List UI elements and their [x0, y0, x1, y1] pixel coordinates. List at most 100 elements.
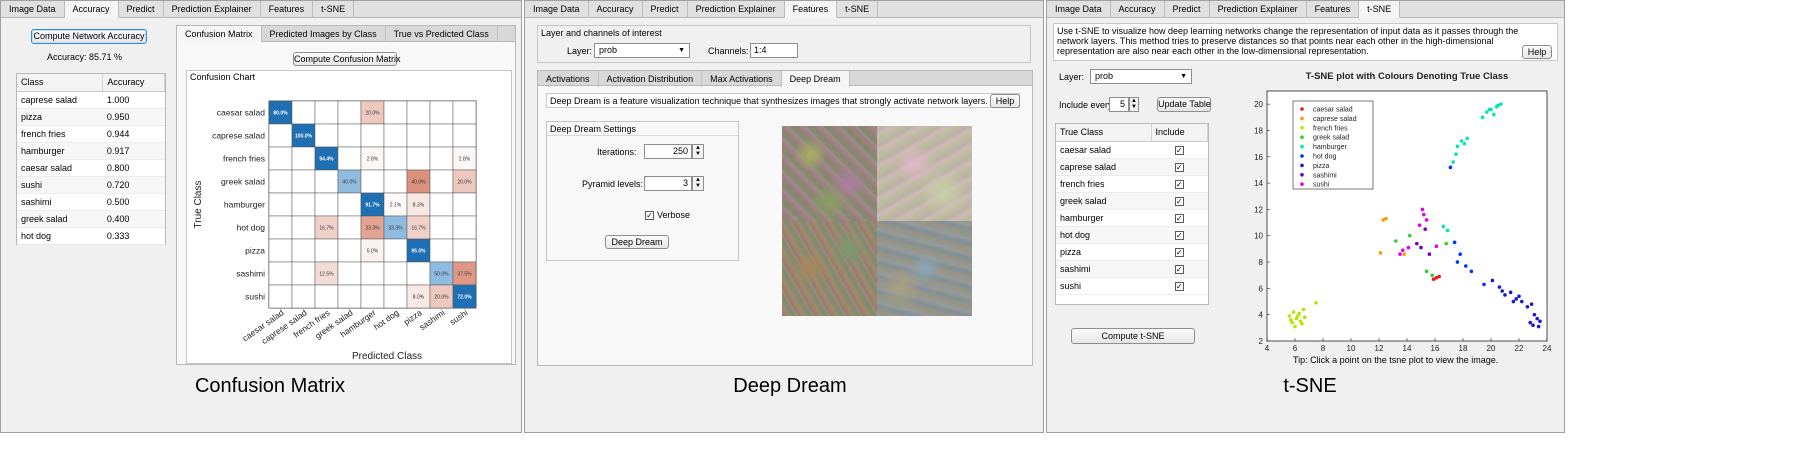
column-header-accuracy[interactable]: Accuracy — [102, 74, 165, 92]
matrix-cell — [337, 100, 362, 125]
tab-prediction-explainer[interactable]: Prediction Explainer — [688, 1, 785, 18]
scatter-point — [1469, 269, 1474, 274]
table-row[interactable]: sushi ✓ — [1056, 277, 1208, 295]
table-row[interactable]: sashimi 0.500 — [17, 193, 165, 211]
tab-true-vs-predicted[interactable]: True vs Predicted Class — [386, 26, 498, 42]
include-cell[interactable]: ✓ — [1151, 175, 1208, 193]
table-row[interactable]: caesar salad ✓ — [1056, 141, 1208, 159]
compute-confusion-matrix-button[interactable]: Compute Confusion Matrix — [293, 52, 401, 66]
include-checkbox[interactable]: ✓ — [1174, 213, 1184, 223]
include-checkbox[interactable]: ✓ — [1174, 247, 1184, 257]
table-row[interactable]: pizza ✓ — [1056, 243, 1208, 261]
table-row[interactable]: hot dog ✓ — [1056, 226, 1208, 244]
table-row[interactable]: greek salad 0.400 — [17, 210, 165, 228]
include-checkbox[interactable]: ✓ — [1174, 145, 1184, 155]
compute-tsne-button[interactable]: Compute t-SNE — [1071, 328, 1195, 344]
true-class-cell: sushi — [1056, 277, 1152, 295]
pyramid-levels-input[interactable]: 3 — [644, 176, 692, 191]
tab-accuracy[interactable]: Accuracy — [64, 1, 119, 18]
include-cell[interactable]: ✓ — [1151, 209, 1208, 227]
cell-value-label: 33.3% — [365, 226, 380, 232]
layer-dropdown[interactable]: prob — [594, 43, 690, 58]
scatter-point — [1424, 218, 1429, 222]
include-every-spinner[interactable]: ▲ ▼ — [1129, 97, 1139, 112]
scatter-point — [1487, 107, 1492, 112]
update-table-button[interactable]: Update Table — [1157, 97, 1211, 112]
include-cell[interactable]: ✓ — [1151, 260, 1208, 278]
include-cell[interactable]: ✓ — [1151, 192, 1208, 210]
table-row[interactable]: hamburger 0.917 — [17, 142, 165, 160]
tab-prediction-explainer[interactable]: Prediction Explainer — [1210, 1, 1307, 18]
tab-tsne[interactable]: t-SNE — [313, 1, 355, 18]
tab-max-activations[interactable]: Max Activations — [702, 71, 782, 87]
help-button[interactable]: Help — [1522, 45, 1552, 59]
matrix-cell — [268, 169, 293, 194]
matrix-cell — [429, 192, 454, 217]
tab-predict[interactable]: Predict — [119, 1, 164, 18]
include-cell[interactable]: ✓ — [1151, 243, 1208, 261]
tab-confusion-matrix[interactable]: Confusion Matrix — [177, 26, 262, 42]
tab-predict[interactable]: Predict — [643, 1, 688, 18]
tab-image-data[interactable]: Image Data — [1, 1, 65, 18]
column-header-include[interactable]: Include — [1151, 124, 1209, 142]
x-axis-label: Predicted Class — [352, 351, 422, 362]
scatter-point — [1296, 314, 1300, 318]
table-row[interactable]: hamburger ✓ — [1056, 209, 1208, 227]
tab-features[interactable]: Features — [1307, 1, 1360, 18]
table-row[interactable]: caprese salad ✓ — [1056, 158, 1208, 176]
table-row[interactable]: hot dog 0.333 — [17, 227, 165, 245]
tab-deep-dream[interactable]: Deep Dream — [781, 71, 850, 87]
tsne-scatter-plot[interactable]: T-SNE plot with Colours Denoting True Cl… — [1213, 63, 1558, 368]
tab-features[interactable]: Features — [784, 1, 838, 18]
matrix-cell — [268, 123, 293, 148]
help-button[interactable]: Help — [990, 94, 1020, 108]
tab-tsne[interactable]: t-SNE — [1359, 1, 1401, 18]
include-checkbox[interactable]: ✓ — [1174, 230, 1184, 240]
include-cell[interactable]: ✓ — [1151, 226, 1208, 244]
tab-activation-distribution[interactable]: Activation Distribution — [599, 71, 703, 87]
tab-predicted-images[interactable]: Predicted Images by Class — [262, 26, 386, 42]
table-row[interactable]: french fries ✓ — [1056, 175, 1208, 193]
table-row[interactable]: pizza 0.950 — [17, 108, 165, 126]
table-row[interactable]: caprese salad 1.000 — [17, 91, 165, 109]
table-row[interactable]: sashimi ✓ — [1056, 260, 1208, 278]
matrix-cell — [314, 238, 339, 263]
table-row[interactable]: greek salad ✓ — [1056, 192, 1208, 210]
include-cell[interactable]: ✓ — [1151, 277, 1208, 295]
include-cell[interactable]: ✓ — [1151, 141, 1208, 159]
tab-predict[interactable]: Predict — [1165, 1, 1210, 18]
table-row[interactable]: caesar salad 0.800 — [17, 159, 165, 177]
iterations-input[interactable]: 250 — [644, 144, 692, 159]
y-axis-label: True Class — [193, 181, 204, 229]
include-checkbox[interactable]: ✓ — [1174, 162, 1184, 172]
scatter-point — [1517, 294, 1521, 299]
layer-dropdown[interactable]: prob — [1090, 69, 1192, 84]
iterations-spinner[interactable]: ▲ ▼ — [692, 144, 704, 159]
include-cell[interactable]: ✓ — [1151, 158, 1208, 176]
tab-prediction-explainer[interactable]: Prediction Explainer — [164, 1, 261, 18]
compute-network-accuracy-button[interactable]: Compute Network Accuracy — [31, 29, 147, 44]
table-row[interactable]: french fries 0.944 — [17, 125, 165, 143]
pyramid-levels-spinner[interactable]: ▲ ▼ — [692, 176, 704, 191]
deep-dream-button[interactable]: Deep Dream — [605, 235, 669, 249]
table-row[interactable]: sushi 0.720 — [17, 176, 165, 194]
tab-activations[interactable]: Activations — [538, 71, 599, 87]
include-checkbox[interactable]: ✓ — [1174, 179, 1184, 189]
tab-accuracy[interactable]: Accuracy — [1111, 1, 1165, 18]
verbose-checkbox[interactable]: ✓ — [645, 210, 654, 220]
tab-features[interactable]: Features — [261, 1, 314, 18]
tab-image-data[interactable]: Image Data — [1047, 1, 1111, 18]
scatter-point — [1431, 277, 1436, 281]
channels-input[interactable]: 1:4 — [750, 43, 798, 58]
tab-image-data[interactable]: Image Data — [525, 1, 589, 18]
include-every-input[interactable]: 5 — [1109, 97, 1129, 112]
tab-accuracy[interactable]: Accuracy — [589, 1, 643, 18]
include-checkbox[interactable]: ✓ — [1174, 196, 1184, 206]
include-checkbox[interactable]: ✓ — [1174, 281, 1184, 291]
column-header-true-class[interactable]: True Class — [1056, 124, 1152, 142]
scatter-point — [1401, 248, 1405, 253]
tab-tsne[interactable]: t-SNE — [837, 1, 879, 18]
verbose-check-icon: ✓ — [645, 211, 654, 220]
column-header-class[interactable]: Class — [17, 74, 104, 92]
include-checkbox[interactable]: ✓ — [1174, 264, 1184, 274]
